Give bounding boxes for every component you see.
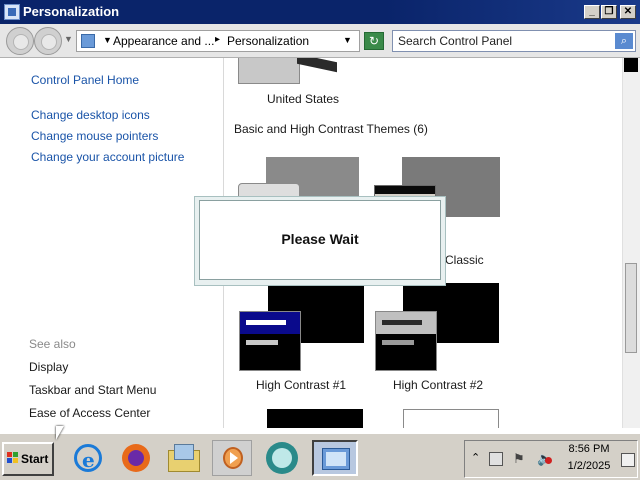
please-wait-dialog: Please Wait bbox=[199, 200, 441, 280]
start-label: Start bbox=[21, 452, 49, 466]
theme-thumbnail-united-states[interactable] bbox=[238, 58, 300, 84]
see-also-heading: See also bbox=[29, 337, 76, 351]
breadcrumb-appearance[interactable]: Appearance and ... bbox=[113, 34, 214, 48]
breadcrumb-separator-icon: ▸ bbox=[215, 34, 221, 45]
dialog-message: Please Wait bbox=[281, 231, 359, 247]
address-dropdown-icon[interactable]: ▼ bbox=[343, 35, 352, 45]
firefox-icon[interactable] bbox=[116, 440, 156, 476]
display-link[interactable]: Display bbox=[29, 360, 68, 374]
minimize-button[interactable]: _ bbox=[584, 5, 600, 19]
change-desktop-icons-link[interactable]: Change desktop icons bbox=[31, 108, 150, 122]
taskbar: Start e ⌃ ⚑ 🔈 8:56 PM 1/2/2025 bbox=[0, 432, 640, 480]
action-center-flag-icon[interactable]: ⚑ bbox=[513, 451, 525, 467]
theme-window-preview-hc2 bbox=[375, 311, 437, 371]
theme-label-high-contrast-1: High Contrast #1 bbox=[256, 378, 347, 392]
address-toolbar: ▼ ▼ Appearance and ... ▸ Personalization… bbox=[0, 24, 640, 58]
ease-of-access-link[interactable]: Ease of Access Center bbox=[29, 406, 150, 420]
breadcrumb-arrow-icon[interactable]: ▼ bbox=[103, 35, 112, 45]
start-button[interactable]: Start bbox=[2, 442, 54, 476]
back-button[interactable] bbox=[6, 27, 34, 55]
section-heading-basic-themes: Basic and High Contrast Themes (6) bbox=[234, 122, 428, 136]
theme-label-united-states: United States bbox=[267, 92, 340, 106]
clock-date[interactable]: 1/2/2025 bbox=[561, 460, 617, 472]
breadcrumb-personalization[interactable]: Personalization bbox=[227, 34, 309, 48]
keyboard-icon[interactable] bbox=[621, 453, 635, 467]
scrollbar-thumb[interactable] bbox=[625, 263, 637, 353]
close-button[interactable]: ✕ bbox=[620, 5, 636, 19]
theme-label-high-contrast-2: High Contrast #2 bbox=[393, 378, 484, 392]
media-player-icon[interactable] bbox=[212, 440, 252, 476]
theme-thumbnail-high-contrast-black[interactable] bbox=[267, 409, 363, 428]
volume-muted-badge bbox=[545, 457, 552, 464]
internet-explorer-icon[interactable]: e bbox=[68, 440, 108, 476]
vertical-scrollbar[interactable] bbox=[622, 58, 640, 428]
mouse-cursor-icon bbox=[56, 426, 64, 440]
change-mouse-pointers-link[interactable]: Change mouse pointers bbox=[31, 129, 158, 143]
control-panel-icon bbox=[81, 34, 95, 48]
taskbar-start-menu-link[interactable]: Taskbar and Start Menu bbox=[29, 383, 156, 397]
theme-thumbnail-decoration bbox=[297, 58, 337, 73]
personalization-app-icon bbox=[4, 4, 20, 20]
title-bar: Personalization _ ❐ ✕ bbox=[0, 0, 640, 24]
theme-thumbnail-high-contrast-white[interactable] bbox=[403, 409, 499, 428]
clock-time[interactable]: 8:56 PM bbox=[561, 443, 617, 455]
personalization-task-button[interactable] bbox=[312, 440, 358, 476]
media-center-icon[interactable] bbox=[262, 440, 302, 476]
search-icon[interactable]: ⌕ bbox=[615, 33, 633, 49]
recent-pages-dropdown[interactable]: ▼ bbox=[64, 34, 73, 44]
theme-label-classic: Classic bbox=[445, 253, 484, 267]
change-account-picture-link[interactable]: Change your account picture bbox=[31, 150, 184, 164]
address-field[interactable]: ▼ Appearance and ... ▸ Personalization ▼ bbox=[76, 30, 360, 52]
refresh-button[interactable]: ↻ bbox=[364, 32, 384, 50]
search-input[interactable]: Search Control Panel ⌕ bbox=[392, 30, 636, 52]
forward-button[interactable] bbox=[34, 27, 62, 55]
window-title: Personalization bbox=[23, 4, 120, 19]
network-icon[interactable] bbox=[489, 452, 503, 466]
show-hidden-icons-icon[interactable]: ⌃ bbox=[471, 451, 480, 464]
notification-area: ⌃ ⚑ 🔈 8:56 PM 1/2/2025 bbox=[464, 440, 638, 478]
theme-window-preview-hc1 bbox=[239, 311, 301, 371]
tasks-pane: Control Panel Home Change desktop icons … bbox=[0, 58, 224, 428]
windows-logo-icon bbox=[7, 452, 19, 464]
restore-button[interactable]: ❐ bbox=[601, 5, 617, 19]
control-panel-home-link[interactable]: Control Panel Home bbox=[31, 73, 139, 87]
scroll-up-marker[interactable] bbox=[624, 58, 638, 72]
search-placeholder: Search Control Panel bbox=[398, 34, 513, 48]
file-explorer-icon[interactable] bbox=[164, 440, 204, 476]
